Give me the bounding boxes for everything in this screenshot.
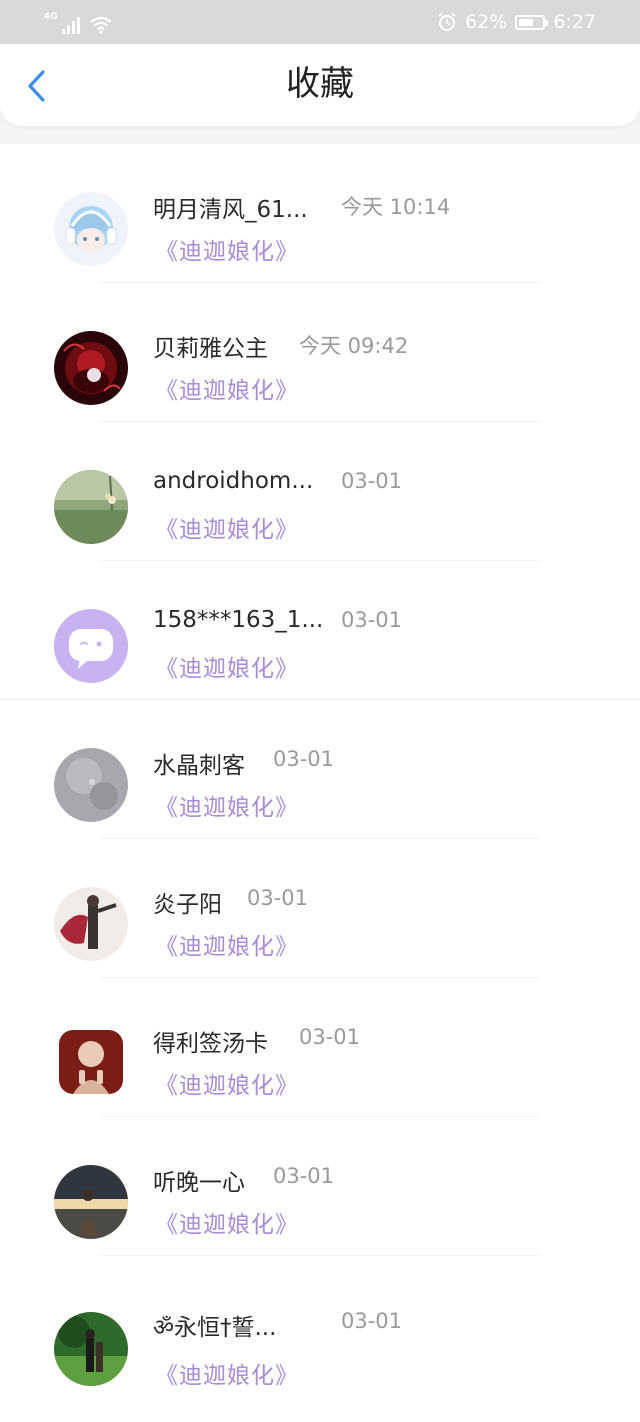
user-name: 贝莉雅公主 <box>153 336 268 362</box>
timestamp: 03-01 <box>341 469 403 493</box>
favorite-item[interactable]: 贝莉雅公主 今天 09:42 《迪迦娘化》 <box>0 283 640 422</box>
signal-icon <box>61 16 80 34</box>
signal-area: 4G <box>44 10 112 34</box>
timestamp: 03-01 <box>273 1164 335 1188</box>
favorite-item[interactable]: 听晚一心 03-01 《迪迦娘化》 <box>0 1117 640 1256</box>
timestamp: 今天 10:14 <box>341 195 451 219</box>
timestamp: 03-01 <box>341 1309 403 1333</box>
work-title[interactable]: 《迪迦娘化》 <box>155 232 299 266</box>
user-name: 水晶刺客 <box>153 753 245 779</box>
timestamp: 03-01 <box>299 1025 361 1049</box>
work-title[interactable]: 《迪迦娘化》 <box>155 1356 299 1390</box>
user-name: 听晚一心 <box>153 1170 245 1196</box>
favorite-item[interactable]: 明月清风_61... 今天 10:14 《迪迦娘化》 <box>0 144 640 283</box>
timestamp: 今天 09:42 <box>299 334 409 358</box>
favorite-item[interactable]: androidhom... 03-01 《迪迦娘化》 <box>0 422 640 561</box>
favorite-item[interactable]: 得利签汤卡 03-01 《迪迦娘化》 <box>0 978 640 1117</box>
timestamp: 03-01 <box>273 747 335 771</box>
favorite-item[interactable]: 158***163_1... 03-01 《迪迦娘化》 <box>0 561 640 700</box>
status-right: 62% 6:27 <box>437 10 596 34</box>
wifi-icon <box>89 16 112 34</box>
network-type: 4G <box>44 12 58 22</box>
work-title[interactable]: 《迪迦娘化》 <box>155 371 299 405</box>
user-avatar[interactable] <box>54 748 128 822</box>
clock: 6:27 <box>553 11 596 33</box>
favorite-item[interactable]: ॐ永恒†誓... 03-01 《迪迦娘化》 <box>0 1256 640 1395</box>
user-name: 炎子阳 <box>153 892 222 918</box>
user-name: androidhom... <box>153 468 314 494</box>
work-title[interactable]: 《迪迦娘化》 <box>155 788 299 822</box>
battery-icon <box>515 14 549 30</box>
user-avatar[interactable] <box>54 192 128 266</box>
user-name: 明月清风_61... <box>153 197 308 223</box>
timestamp: 03-01 <box>341 608 403 632</box>
user-avatar[interactable] <box>59 1030 123 1094</box>
user-name: 得利签汤卡 <box>153 1031 268 1057</box>
battery-percent: 62% <box>465 11 508 33</box>
user-avatar[interactable] <box>54 1312 128 1386</box>
user-avatar[interactable] <box>54 1165 128 1239</box>
user-name: 158***163_1... <box>153 607 324 633</box>
page-title: 收藏 <box>286 64 354 104</box>
user-avatar[interactable] <box>54 331 128 405</box>
battery-fill <box>519 18 534 26</box>
user-avatar[interactable] <box>54 609 128 683</box>
work-title[interactable]: 《迪迦娘化》 <box>155 927 299 961</box>
work-title[interactable]: 《迪迦娘化》 <box>155 649 299 683</box>
favorite-item[interactable]: 水晶刺客 03-01 《迪迦娘化》 <box>0 700 640 839</box>
user-avatar[interactable] <box>54 470 128 544</box>
timestamp: 03-01 <box>247 886 309 910</box>
user-name: ॐ永恒†誓... <box>153 1315 277 1341</box>
favorites-list: 明月清风_61... 今天 10:14 《迪迦娘化》 贝莉雅公主 今天 09:4… <box>0 144 640 1422</box>
work-title[interactable]: 《迪迦娘化》 <box>155 1066 299 1100</box>
work-title[interactable]: 《迪迦娘化》 <box>155 510 299 544</box>
alarm-icon <box>438 12 456 31</box>
favorite-item[interactable]: 炎子阳 03-01 《迪迦娘化》 <box>0 839 640 978</box>
header-bar: 收藏 <box>0 44 640 126</box>
work-title[interactable]: 《迪迦娘化》 <box>155 1205 299 1239</box>
user-avatar[interactable] <box>54 887 128 961</box>
